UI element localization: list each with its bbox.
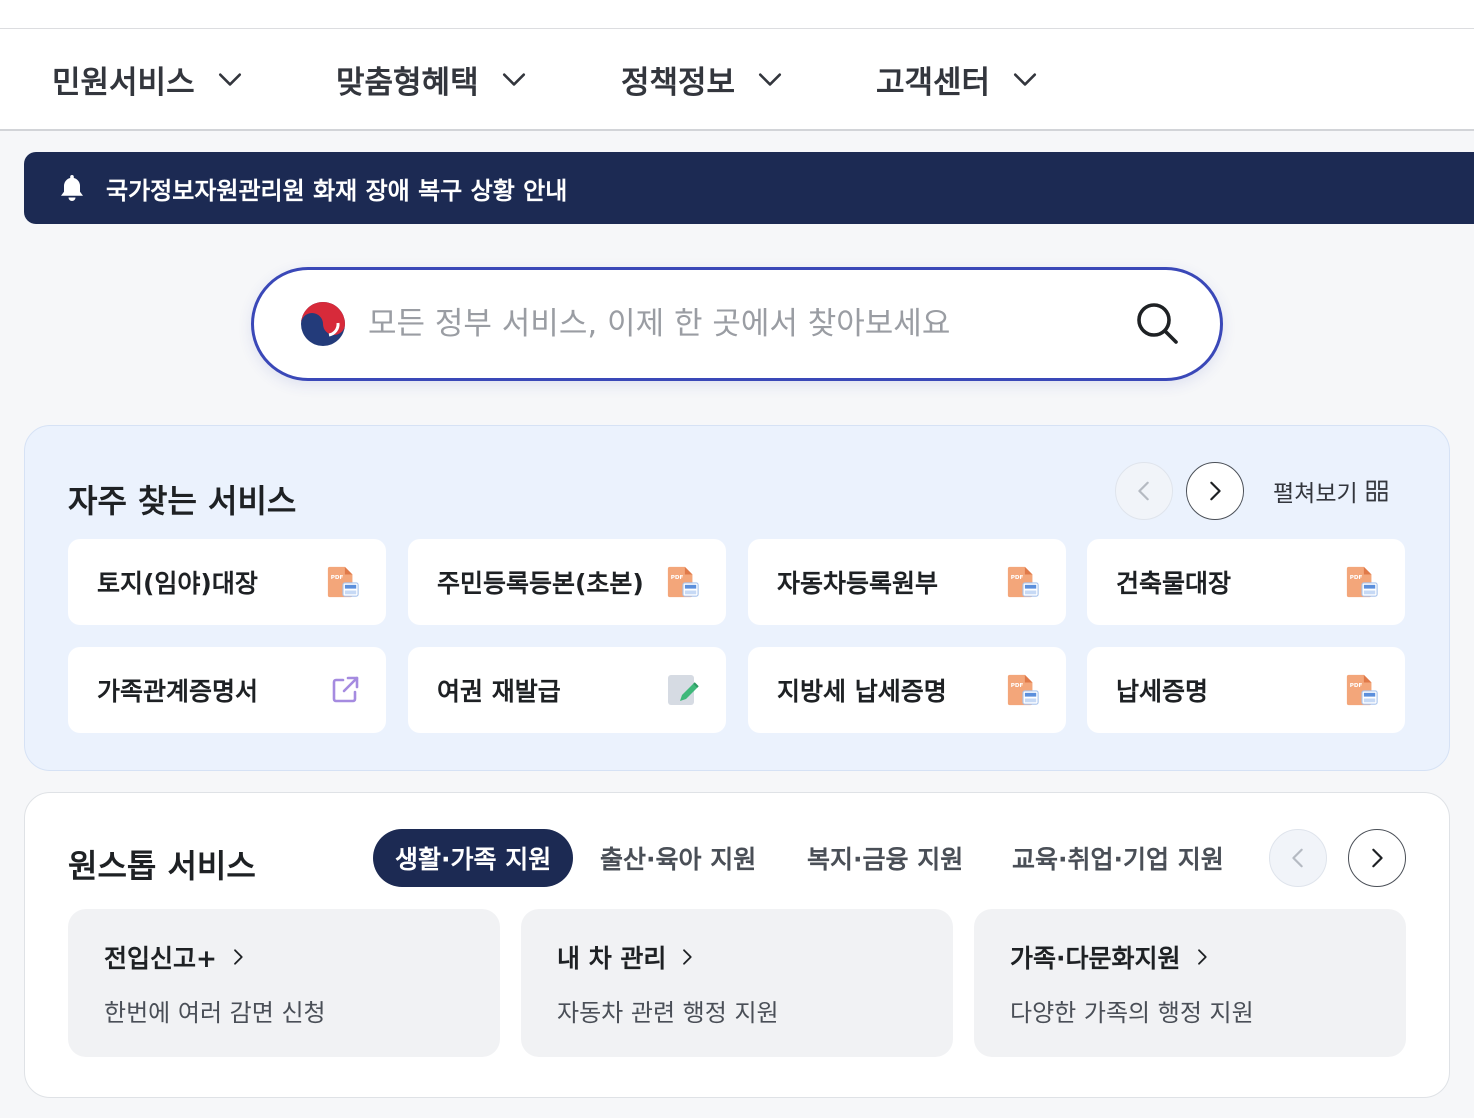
onestop-card-desc: 자동차 관련 행정 지원 xyxy=(557,999,779,1027)
tab-birth-childcare[interactable]: 출산·육아 지원 xyxy=(600,829,756,887)
main-navigation: 민원서비스 맞춤형혜택 정책정보 고객센터 xyxy=(0,29,1474,131)
chevron-down-icon xyxy=(757,66,783,92)
nav-item-policy-info[interactable]: 정책정보 xyxy=(621,29,783,129)
service-card-tax-certificate[interactable]: 납세증명 xyxy=(1087,647,1405,733)
external-link-icon xyxy=(330,675,360,705)
onestop-card-desc: 한번에 여러 감면 신청 xyxy=(104,999,326,1027)
chevron-right-icon xyxy=(229,948,247,966)
chevron-right-icon xyxy=(1366,847,1388,869)
card-label: 토지(임야)대장 xyxy=(97,569,258,598)
service-card-family-relation[interactable]: 가족관계증명서 xyxy=(68,647,386,733)
tab-label: 교육·취업·기업 지원 xyxy=(1012,845,1224,874)
service-card-resident-register[interactable]: 주민등록등본(초본) xyxy=(408,539,726,625)
onestop-card-my-car[interactable]: 내 차 관리 자동차 관련 행정 지원 xyxy=(521,909,953,1057)
nav-item-label: 민원서비스 xyxy=(52,64,195,101)
tab-label: 생활·가족 지원 xyxy=(395,845,552,874)
card-label: 여권 재발급 xyxy=(437,677,561,706)
pdf-print-icon xyxy=(666,565,700,599)
tab-welfare-finance[interactable]: 복지·금융 지원 xyxy=(807,829,963,887)
pdf-print-icon xyxy=(1006,673,1040,707)
onestop-services-panel: 원스톱 서비스 생활·가족 지원 출산·육아 지원 복지·금융 지원 교육·취업… xyxy=(24,792,1450,1098)
chevron-down-icon xyxy=(1012,66,1038,92)
taegeuk-emblem-icon xyxy=(298,299,348,349)
nav-item-customer-center[interactable]: 고객센터 xyxy=(876,29,1038,129)
nav-item-label: 맞춤형혜택 xyxy=(336,64,479,101)
nav-item-label: 정책정보 xyxy=(621,64,736,101)
chevron-left-icon xyxy=(1133,480,1155,502)
nav-item-label: 고객센터 xyxy=(876,64,991,101)
tab-label: 출산·육아 지원 xyxy=(600,845,757,874)
search-icon[interactable] xyxy=(1134,300,1180,346)
bell-icon xyxy=(58,173,86,203)
chevron-right-icon xyxy=(678,948,696,966)
service-card-land-register[interactable]: 토지(임야)대장 xyxy=(68,539,386,625)
service-card-passport-reissue[interactable]: 여권 재발급 xyxy=(408,647,726,733)
service-card-vehicle-register[interactable]: 자동차등록원부 xyxy=(748,539,1066,625)
service-card-building-register[interactable]: 건축물대장 xyxy=(1087,539,1405,625)
card-label: 건축물대장 xyxy=(1116,569,1232,598)
nav-item-civil-services[interactable]: 민원서비스 xyxy=(52,29,243,129)
onestop-card-title: 전입신고+ xyxy=(104,939,500,975)
frequent-services-panel: 자주 찾는 서비스 펼쳐보기 토지(임야)대장 주민등록등본(초본) 자동차등록… xyxy=(24,425,1450,771)
section-title: 원스톱 서비스 xyxy=(68,847,256,885)
search-bar xyxy=(251,267,1223,381)
next-button[interactable] xyxy=(1186,462,1244,520)
search-input[interactable] xyxy=(368,294,1108,354)
section-title: 자주 찾는 서비스 xyxy=(68,482,297,520)
onestop-card-title: 내 차 관리 xyxy=(557,939,953,975)
next-button[interactable] xyxy=(1348,829,1406,887)
pdf-print-icon xyxy=(1006,565,1040,599)
notice-text: 국가정보자원관리원 화재 장애 복구 상황 안내 xyxy=(106,176,568,205)
expand-view-button[interactable]: 펼쳐보기 xyxy=(1273,474,1388,508)
chevron-right-icon xyxy=(1193,948,1211,966)
onestop-card-move-in[interactable]: 전입신고+ 한번에 여러 감면 신청 xyxy=(68,909,500,1057)
expand-view-label: 펼쳐보기 xyxy=(1273,481,1358,507)
grid-icon xyxy=(1366,480,1388,502)
card-label: 납세증명 xyxy=(1116,677,1209,706)
prev-button[interactable] xyxy=(1115,462,1173,520)
pdf-print-icon xyxy=(1345,673,1379,707)
onestop-card-desc: 다양한 가족의 행정 지원 xyxy=(1010,999,1254,1027)
tab-education-employment[interactable]: 교육·취업·기업 지원 xyxy=(1012,829,1224,887)
edit-document-icon xyxy=(666,673,700,707)
pdf-print-icon xyxy=(1345,565,1379,599)
notice-banner[interactable]: 국가정보자원관리원 화재 장애 복구 상황 안내 xyxy=(24,152,1474,224)
onestop-card-title-text: 전입신고+ xyxy=(104,944,217,973)
nav-item-custom-benefits[interactable]: 맞춤형혜택 xyxy=(336,29,527,129)
top-utility-bar xyxy=(0,0,1474,29)
chevron-down-icon xyxy=(217,66,243,92)
chevron-left-icon xyxy=(1287,847,1309,869)
chevron-right-icon xyxy=(1204,480,1226,502)
onestop-card-family-multicultural[interactable]: 가족·다문화지원 다양한 가족의 행정 지원 xyxy=(974,909,1406,1057)
onestop-card-title-text: 가족·다문화지원 xyxy=(1010,944,1181,973)
card-label: 가족관계증명서 xyxy=(97,677,259,706)
card-label: 자동차등록원부 xyxy=(777,569,939,598)
onestop-card-title-text: 내 차 관리 xyxy=(557,944,667,973)
tab-label: 복지·금융 지원 xyxy=(807,845,964,874)
chevron-down-icon xyxy=(501,66,527,92)
onestop-card-title: 가족·다문화지원 xyxy=(1010,939,1406,975)
card-label: 주민등록등본(초본) xyxy=(437,569,644,598)
card-label: 지방세 납세증명 xyxy=(777,677,947,706)
prev-button[interactable] xyxy=(1269,829,1327,887)
service-card-local-tax-certificate[interactable]: 지방세 납세증명 xyxy=(748,647,1066,733)
pdf-print-icon xyxy=(326,565,360,599)
tab-life-family[interactable]: 생활·가족 지원 xyxy=(373,829,574,887)
